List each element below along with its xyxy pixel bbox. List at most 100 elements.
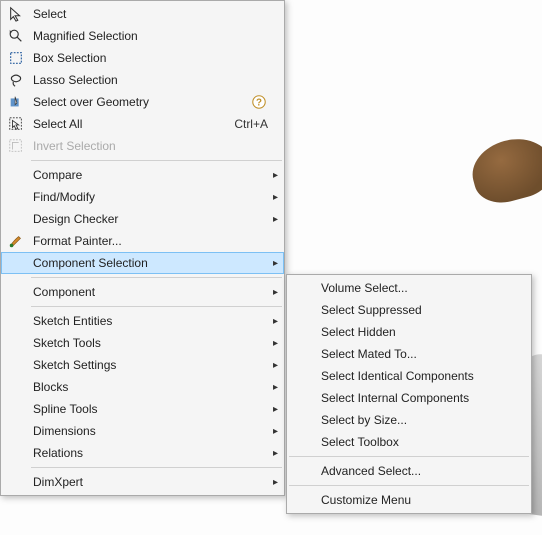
menu-item-label: Sketch Tools [27,336,268,350]
magnify-icon [5,27,27,45]
menu-separator [289,456,529,457]
menu-separator [31,160,282,161]
menu-item-format-painter[interactable]: Format Painter... [1,230,284,252]
lasso-icon [5,71,27,89]
menu-item-label: Select Hidden [315,325,515,339]
submenu-arrow-icon: ▸ [268,404,278,415]
menu-item-label: Lasso Selection [27,73,268,87]
menu-item-sketch-tools[interactable]: Sketch Tools▸ [1,332,284,354]
menu-item-label: Select by Size... [315,413,515,427]
submenu-arrow-icon: ▸ [268,477,278,488]
menu-item-label: Design Checker [27,212,268,226]
menu-item-label: Component Selection [27,256,268,270]
menu-separator [31,306,282,307]
submenu-arrow-icon: ▸ [268,192,278,203]
component-selection-submenu: Volume Select... Select Suppressed Select … [286,274,532,514]
menu-item-label: Select All [27,117,224,131]
menu-item-label: Dimensions [27,424,268,438]
menu-item-label: Select Toolbox [315,435,515,449]
menu-item-select-hidden[interactable]: Select Hidden [287,321,531,343]
menu-item-select-internal-components[interactable]: Select Internal Components [287,387,531,409]
menu-item-select-all[interactable]: Select AllCtrl+A [1,113,284,135]
menu-item-label: Blocks [27,380,268,394]
menu-item-select-by-size[interactable]: Select by Size... [287,409,531,431]
menu-item-design-checker[interactable]: Design Checker▸ [1,208,284,230]
menu-item-label: Component [27,285,268,299]
help-icon: ? [250,94,268,110]
menu-item-sketch-settings[interactable]: Sketch Settings▸ [1,354,284,376]
menu-item-sketch-entities[interactable]: Sketch Entities▸ [1,310,284,332]
menu-item-invert-selection: Invert Selection [1,135,284,157]
menu-item-dimensions[interactable]: Dimensions▸ [1,420,284,442]
submenu-arrow-icon: ▸ [268,287,278,298]
submenu-arrow-icon: ▸ [268,214,278,225]
blank-icon [5,210,27,228]
menu-item-advanced-select[interactable]: Advanced Select... [287,460,531,482]
menu-item-label: Find/Modify [27,190,268,204]
submenu-arrow-icon: ▸ [268,170,278,181]
blank-icon [5,444,27,462]
svg-text:?: ? [256,98,262,109]
submenu-arrow-icon: ▸ [268,426,278,437]
menu-item-select-identical-components[interactable]: Select Identical Components [287,365,531,387]
geom-icon [5,93,27,111]
menu-item-select-mated-to[interactable]: Select Mated To... [287,343,531,365]
menu-item-magnified-selection[interactable]: Magnified Selection [1,25,284,47]
menu-item-dimxpert[interactable]: DimXpert▸ [1,471,284,493]
menu-item-label: Format Painter... [27,234,268,248]
menu-item-label: Select Suppressed [315,303,515,317]
menu-item-label: Volume Select... [315,281,515,295]
menu-item-select-toolbox[interactable]: Select Toolbox [287,431,531,453]
menu-item-box-selection[interactable]: Box Selection [1,47,284,69]
menu-item-label: Compare [27,168,268,182]
brush-icon [5,232,27,250]
menu-item-volume-select[interactable]: Volume Select... [287,277,531,299]
invert-icon [5,137,27,155]
submenu-arrow-icon: ▸ [268,338,278,349]
menu-item-label: Customize Menu [315,493,515,507]
blank-icon [5,378,27,396]
menu-item-relations[interactable]: Relations▸ [1,442,284,464]
menu-item-select-suppressed[interactable]: Select Suppressed [287,299,531,321]
selectall-icon [5,115,27,133]
menu-item-select-over-geometry[interactable]: Select over Geometry? [1,91,284,113]
menu-item-find-modify[interactable]: Find/Modify▸ [1,186,284,208]
submenu-arrow-icon: ▸ [268,316,278,327]
menu-item-label: Spline Tools [27,402,268,416]
tools-context-menu: Select Magnified Selection Box Selection La… [0,0,285,496]
menu-item-label: Select over Geometry [27,95,250,109]
blank-icon [5,166,27,184]
menu-item-label: Select Mated To... [315,347,515,361]
blank-icon [5,473,27,491]
menu-item-select[interactable]: Select [1,3,284,25]
menu-item-label: Box Selection [27,51,268,65]
menu-item-blocks[interactable]: Blocks▸ [1,376,284,398]
blank-icon [5,400,27,418]
submenu-arrow-icon: ▸ [268,258,278,269]
submenu-arrow-icon: ▸ [268,448,278,459]
menu-item-shortcut: Ctrl+A [224,117,268,131]
menu-separator [31,277,282,278]
blank-icon [5,283,27,301]
menu-item-label: Sketch Settings [27,358,268,372]
blank-icon [5,356,27,374]
blank-icon [5,254,27,272]
menu-item-label: Relations [27,446,268,460]
menu-item-spline-tools[interactable]: Spline Tools▸ [1,398,284,420]
submenu-arrow-icon: ▸ [268,382,278,393]
submenu-arrow-icon: ▸ [268,360,278,371]
menu-item-label: Select Identical Components [315,369,515,383]
menu-separator [289,485,529,486]
box-icon [5,49,27,67]
menu-item-customize-menu[interactable]: Customize Menu [287,489,531,511]
blank-icon [5,334,27,352]
menu-item-lasso-selection[interactable]: Lasso Selection [1,69,284,91]
menu-item-compare[interactable]: Compare▸ [1,164,284,186]
model-seat-shape [466,131,542,210]
menu-item-component-selection[interactable]: Component Selection▸ [1,252,284,274]
blank-icon [5,188,27,206]
menu-item-label: Magnified Selection [27,29,268,43]
menu-item-component[interactable]: Component▸ [1,281,284,303]
menu-item-label: Select [27,7,268,21]
cursor-icon [5,5,27,23]
